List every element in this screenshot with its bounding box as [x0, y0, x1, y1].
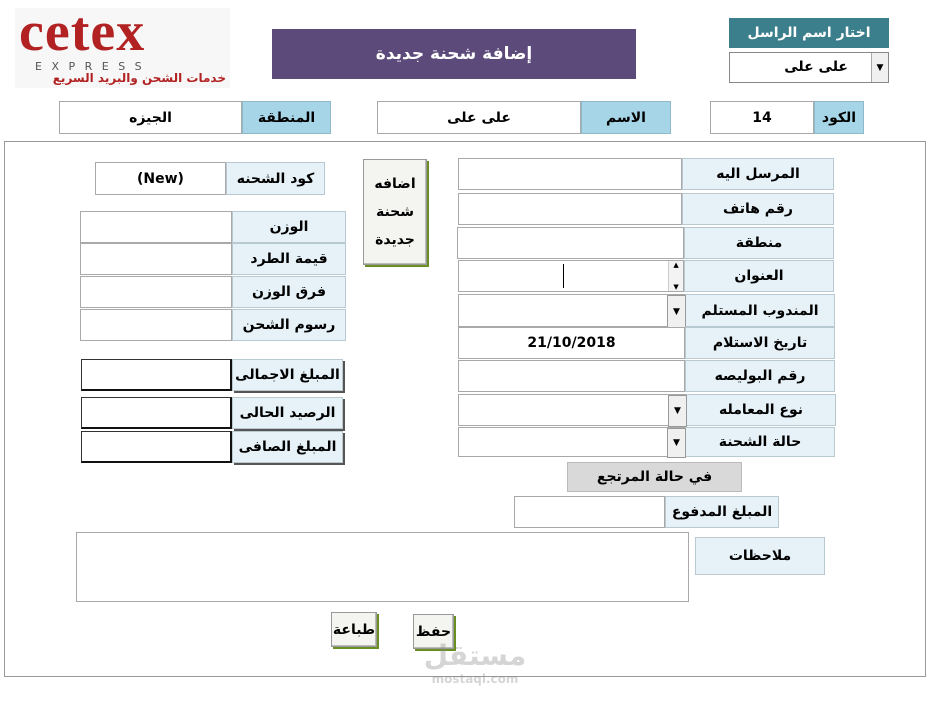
- courier-select[interactable]: ▼: [458, 294, 686, 328]
- policy-label: رقم البوليصه: [685, 360, 835, 392]
- code-field[interactable]: 14: [710, 101, 814, 134]
- return-header: في حالة المرتجع: [567, 462, 742, 492]
- sender-select-label: اختار اسم الراسل: [729, 18, 889, 48]
- chevron-down-icon[interactable]: ▼: [667, 428, 686, 458]
- region-field[interactable]: الجيزه: [59, 101, 242, 134]
- weight-diff-field[interactable]: [80, 276, 232, 308]
- sender-select[interactable]: على على ▼: [729, 52, 889, 83]
- page-title: إضافة شحنة جديدة: [272, 29, 636, 79]
- balance-field[interactable]: [81, 397, 232, 429]
- net-field[interactable]: [81, 431, 232, 463]
- fees-label: رسوم الشحن: [232, 309, 346, 341]
- weight-diff-label: فرق الوزن: [232, 276, 346, 308]
- phone-label: رقم هاتف: [682, 193, 834, 225]
- watermark-arabic: مستقل: [423, 639, 527, 672]
- total-label: المبلغ الاجمالى: [232, 359, 343, 391]
- shipment-code-field[interactable]: (New): [95, 162, 226, 195]
- total-field[interactable]: [81, 359, 232, 391]
- area-field[interactable]: [457, 227, 684, 259]
- balance-label: الرصيد الحالى: [232, 397, 343, 429]
- parcel-value-label: قيمة الطرد: [232, 243, 346, 275]
- logo-brand: cetex: [19, 1, 146, 63]
- receive-date-field[interactable]: 21/10/2018: [458, 327, 685, 359]
- transaction-label: نوع المعامله: [686, 394, 836, 426]
- sender-select-value: على على: [784, 59, 848, 75]
- receive-date-label: تاريخ الاستلام: [685, 327, 835, 359]
- fees-field[interactable]: [80, 309, 232, 341]
- paid-label: المبلغ المدفوع: [665, 496, 779, 528]
- logo-tagline: خدمات الشحن والبريد السريع: [52, 71, 226, 85]
- area-label: منطقة: [684, 227, 834, 259]
- recipient-label: المرسل اليه: [682, 158, 834, 190]
- name-field[interactable]: على على: [377, 101, 581, 134]
- notes-label: ملاحظات: [695, 537, 825, 575]
- weight-label: الوزن: [232, 211, 346, 243]
- add-button-line1: اضافه: [374, 176, 416, 192]
- shipment-code-label: كود الشحنه: [226, 162, 325, 195]
- chevron-down-icon[interactable]: ▼: [668, 395, 687, 427]
- address-label: العنوان: [684, 260, 834, 292]
- code-label: الكود: [814, 101, 864, 134]
- name-label: الاسم: [581, 101, 671, 134]
- text-cursor: [563, 264, 564, 288]
- company-logo: cetex E X P R E S S خدمات الشحن والبريد …: [15, 1, 230, 88]
- recipient-field[interactable]: [458, 158, 682, 190]
- add-shipment-button[interactable]: اضافه شحنة جديدة: [363, 159, 427, 265]
- scroll-up-icon[interactable]: ▲: [673, 261, 678, 269]
- courier-label: المندوب المستلم: [685, 294, 835, 327]
- scroll-down-icon[interactable]: ▼: [673, 283, 678, 291]
- paid-field[interactable]: [514, 496, 665, 528]
- watermark: مستقل mostaql.com: [410, 640, 540, 700]
- chevron-down-icon[interactable]: ▼: [871, 53, 888, 82]
- transaction-select[interactable]: ▼: [458, 394, 687, 427]
- weight-field[interactable]: [80, 211, 232, 243]
- policy-field[interactable]: [458, 360, 685, 392]
- address-scrollbar[interactable]: ▲ ▼: [668, 261, 683, 291]
- phone-field[interactable]: [458, 193, 682, 225]
- region-label: المنطقة: [242, 101, 331, 134]
- parcel-value-field[interactable]: [80, 243, 232, 275]
- print-button[interactable]: طباعة: [331, 612, 377, 647]
- chevron-down-icon[interactable]: ▼: [667, 295, 686, 328]
- status-select[interactable]: ▼: [458, 427, 686, 458]
- watermark-latin: mostaql.com: [431, 672, 519, 686]
- add-button-line2: شحنة: [375, 204, 415, 220]
- add-button-line3: جديدة: [375, 232, 415, 248]
- net-label: المبلغ الصافى: [232, 431, 343, 463]
- notes-field[interactable]: [76, 532, 689, 602]
- address-field[interactable]: ▲ ▼: [458, 260, 684, 292]
- status-label: حالة الشحنة: [685, 427, 835, 457]
